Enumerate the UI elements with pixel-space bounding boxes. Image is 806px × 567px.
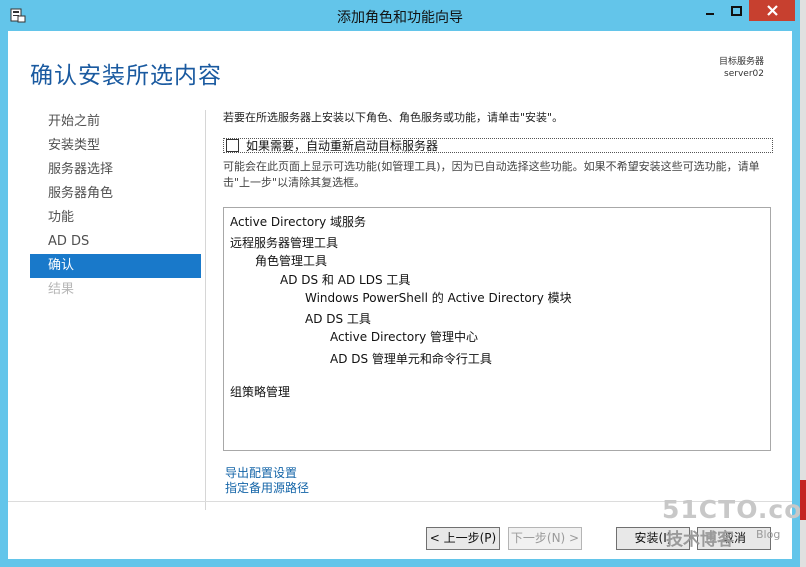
title-bar: 添加角色和功能向导 bbox=[0, 0, 800, 32]
watermark-blog-cn: 技术博客 bbox=[666, 530, 734, 550]
wizard-nav: 开始之前 安装类型 服务器选择 服务器角色 功能 AD DS 确认 结果 bbox=[30, 110, 201, 302]
confirmation-content: 若要在所选服务器上安装以下角色、角色服务或功能，请单击"安装"。 如果需要，自动… bbox=[223, 109, 778, 495]
maximize-button[interactable] bbox=[723, 0, 749, 21]
nav-item-installation-type[interactable]: 安装类型 bbox=[30, 134, 201, 158]
previous-button[interactable]: < 上一步(P) bbox=[426, 527, 500, 550]
list-item: Active Directory 管理中心 bbox=[330, 330, 479, 344]
list-item: 角色管理工具 bbox=[255, 254, 328, 268]
next-button: 下一步(N) > bbox=[508, 527, 582, 550]
close-icon bbox=[766, 5, 778, 16]
target-server-info: 目标服务器 server02 bbox=[719, 56, 764, 80]
selected-items-list[interactable]: Active Directory 域服务 远程服务器管理工具 角色管理工具 AD… bbox=[223, 207, 771, 451]
nav-divider bbox=[205, 110, 206, 510]
optional-features-note: 可能会在此页面上显示可选功能(如管理工具)，因为已自动选择这些功能。如果不希望安… bbox=[223, 160, 760, 189]
wizard-client-area: 确认安装所选内容 目标服务器 server02 开始之前 安装类型 服务器选择 … bbox=[8, 31, 792, 559]
list-item: AD DS 和 AD LDS 工具 bbox=[280, 273, 411, 287]
minimize-icon bbox=[706, 12, 714, 15]
auto-restart-label[interactable]: 如果需要，自动重新启动目标服务器 bbox=[246, 137, 438, 154]
nav-item-results: 结果 bbox=[48, 282, 75, 297]
target-server-label: 目标服务器 bbox=[718, 57, 764, 67]
list-item: 组策略管理 bbox=[230, 385, 291, 399]
window-title: 添加角色和功能向导 bbox=[337, 10, 463, 26]
config-links: 导出配置设置 指定备用源路径 bbox=[225, 466, 309, 496]
export-configuration-link[interactable]: 导出配置设置 bbox=[225, 466, 309, 481]
nav-item-features[interactable]: 功能 bbox=[30, 206, 201, 230]
close-button[interactable] bbox=[749, 0, 795, 21]
list-item: AD DS 工具 bbox=[305, 312, 371, 326]
maximize-icon bbox=[730, 5, 742, 16]
nav-item-confirmation[interactable]: 确认 bbox=[30, 254, 201, 278]
nav-item-ad-ds[interactable]: AD DS bbox=[30, 230, 201, 254]
nav-item-before-you-begin[interactable]: 开始之前 bbox=[30, 110, 201, 134]
wizard-window: 添加角色和功能向导 确认安装所选内容 目标服务器 server02 开始之前 安… bbox=[0, 0, 806, 567]
minimize-button[interactable] bbox=[697, 0, 723, 21]
page-title: 确认安装所选内容 bbox=[30, 63, 222, 89]
list-item: 远程服务器管理工具 bbox=[230, 236, 339, 250]
specify-source-path-link[interactable]: 指定备用源路径 bbox=[225, 481, 309, 496]
list-item: Windows PowerShell 的 Active Directory 模块 bbox=[305, 291, 572, 305]
watermark-site: 51CTO.com bbox=[662, 495, 806, 524]
list-item: Active Directory 域服务 bbox=[230, 215, 367, 229]
instruction-text: 若要在所选服务器上安装以下角色、角色服务或功能，请单击"安装"。 bbox=[223, 111, 564, 124]
watermark: 51CTO.com 技术博客 Blog bbox=[662, 495, 806, 555]
list-item: AD DS 管理单元和命令行工具 bbox=[330, 352, 492, 366]
target-server-name: server02 bbox=[724, 69, 764, 79]
auto-restart-checkbox[interactable] bbox=[226, 139, 239, 152]
background-window-accent bbox=[800, 480, 806, 520]
auto-restart-option[interactable]: 如果需要，自动重新启动目标服务器 bbox=[223, 138, 773, 153]
nav-item-server-selection[interactable]: 服务器选择 bbox=[30, 158, 201, 182]
nav-item-server-roles[interactable]: 服务器角色 bbox=[30, 182, 201, 206]
watermark-blog: Blog bbox=[756, 528, 781, 541]
